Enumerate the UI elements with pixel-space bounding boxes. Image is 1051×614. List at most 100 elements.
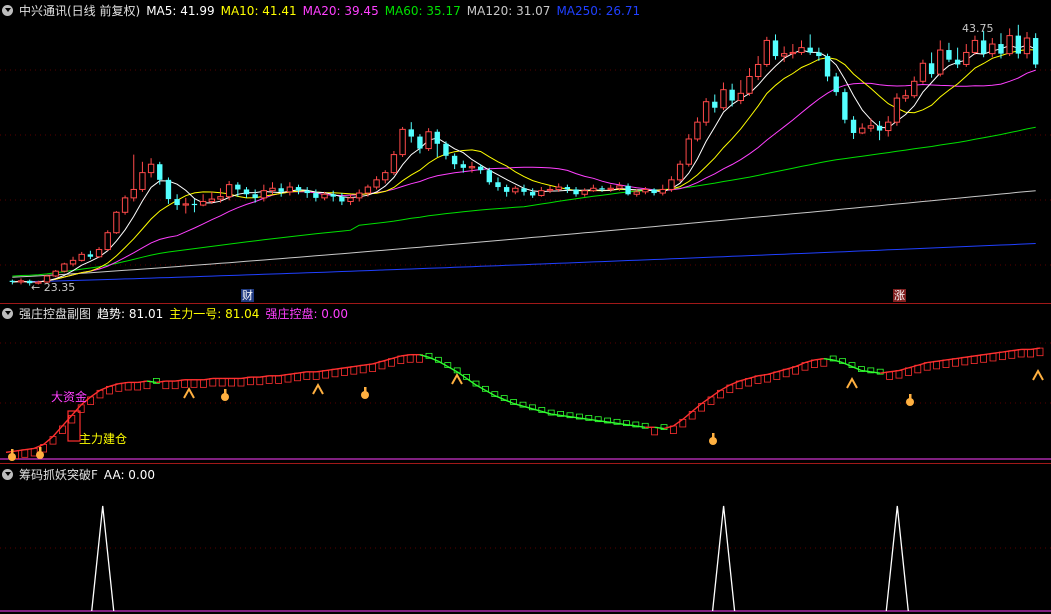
candle-body	[252, 194, 258, 198]
candle-body	[850, 119, 857, 133]
candle-body	[425, 131, 432, 150]
trend-segment	[447, 365, 458, 373]
control-line-chart[interactable]	[0, 303, 1051, 463]
trend-box	[961, 356, 969, 366]
trend-box	[293, 372, 301, 382]
candle-body	[616, 185, 623, 189]
candle-body	[685, 138, 692, 165]
candle-body	[417, 136, 423, 149]
candle-body	[182, 203, 189, 206]
candle-body	[278, 188, 284, 192]
candle-body	[295, 187, 302, 191]
trend-box	[764, 374, 771, 383]
candle-body	[590, 187, 597, 192]
candle-body	[1015, 35, 1022, 54]
sub1-title: 强庄控盘副图	[19, 307, 92, 321]
control-label: 强庄控盘: 0.00	[265, 307, 349, 321]
candle-body	[729, 89, 735, 101]
candle-body	[807, 47, 813, 53]
candle-body	[937, 49, 944, 75]
candle-body	[512, 187, 519, 193]
panel-menu-icon[interactable]	[2, 308, 13, 319]
candle-body	[980, 40, 987, 54]
candle-body	[235, 184, 241, 190]
trend-box	[1017, 349, 1025, 358]
finance-marker[interactable]: 财	[241, 289, 254, 302]
candle-body	[885, 121, 892, 132]
trend-segment	[795, 361, 806, 368]
main-chart-panel[interactable]: 中兴通讯(日线 前复权) MA5: 41.99 MA10: 41.41 MA20: 3…	[0, 0, 1051, 303]
candle-body	[607, 187, 614, 190]
buy-hand-icon-finger	[712, 433, 715, 440]
main-chart-header: 中兴通讯(日线 前复权) MA5: 41.99 MA10: 41.41 MA20: 3…	[2, 3, 646, 19]
candle-body	[893, 97, 901, 123]
trend-segment	[494, 394, 505, 401]
candle-body	[642, 188, 649, 193]
trend-box	[246, 376, 254, 386]
trend-box	[275, 375, 283, 384]
candlestick-chart[interactable]	[0, 0, 1051, 303]
candle-body	[911, 80, 918, 97]
candle-body	[390, 154, 398, 174]
trend-box	[21, 449, 29, 458]
candle-body	[191, 203, 198, 206]
control-subchart-panel[interactable]: 强庄控盘副图 趋势: 81.01 主力一号: 81.04 强庄控盘: 0.00 大资金…	[0, 303, 1051, 463]
candle-body	[546, 188, 554, 192]
trend-box	[359, 364, 367, 374]
candle-body	[989, 43, 996, 55]
trend-box	[933, 360, 940, 370]
ma120-label: MA120: 31.07	[466, 4, 551, 18]
candle-body	[451, 155, 458, 165]
candle-body	[946, 50, 952, 60]
buy-hand-icon	[906, 394, 914, 406]
chip-subchart-panel[interactable]: 筹码抓妖突破F AA: 0.00	[0, 465, 1051, 614]
trend-segment	[720, 384, 731, 391]
candle-body	[998, 44, 1004, 54]
panel-divider[interactable]	[0, 463, 1051, 464]
ma60-line	[12, 126, 1036, 277]
candle-body	[364, 186, 372, 194]
trend-box	[284, 374, 292, 383]
panel-menu-icon[interactable]	[2, 469, 13, 480]
candle-body	[356, 192, 363, 199]
candle-body	[876, 125, 883, 131]
candle-body	[503, 187, 510, 192]
ma10-line	[12, 49, 1036, 283]
sell-signal-icon	[451, 372, 463, 385]
candle-body	[477, 166, 484, 171]
trend-box	[190, 379, 198, 388]
chip-spike-chart[interactable]	[0, 465, 1051, 614]
candle-body	[555, 186, 562, 190]
trend-box	[134, 382, 142, 391]
trend-box	[143, 380, 151, 390]
sub2-title: 筹码抓妖突破F	[19, 468, 98, 482]
candle-body	[321, 193, 328, 199]
trend-box	[886, 371, 893, 380]
ma5-label: MA5: 41.99	[146, 4, 215, 18]
main1-label: 主力一号: 81.04	[169, 307, 260, 321]
low-price-label: ← 23.35	[31, 281, 76, 294]
limit-up-marker[interactable]: 涨	[893, 289, 906, 302]
trend-box	[256, 376, 264, 386]
trend-box	[237, 378, 245, 387]
buy-hand-icon	[709, 433, 717, 445]
candle-body	[339, 196, 345, 202]
panel-menu-icon[interactable]	[2, 5, 13, 16]
candle-body	[313, 193, 319, 198]
trend-box	[999, 351, 1006, 361]
candle-body	[676, 163, 684, 181]
aa-label: AA: 0.00	[103, 468, 156, 482]
candle-body	[564, 187, 571, 190]
candle-body	[495, 182, 501, 188]
trend-box	[1027, 349, 1034, 358]
trend-segment	[485, 389, 496, 397]
trend-box	[181, 379, 189, 388]
candle-body	[798, 47, 805, 53]
ma250-label: MA250: 26.71	[556, 4, 641, 18]
candle-body	[443, 143, 449, 156]
trend-box	[322, 370, 330, 379]
candle-body	[573, 189, 579, 195]
trend-box	[980, 354, 987, 363]
trend-box	[162, 380, 170, 390]
trend-box	[228, 378, 236, 387]
